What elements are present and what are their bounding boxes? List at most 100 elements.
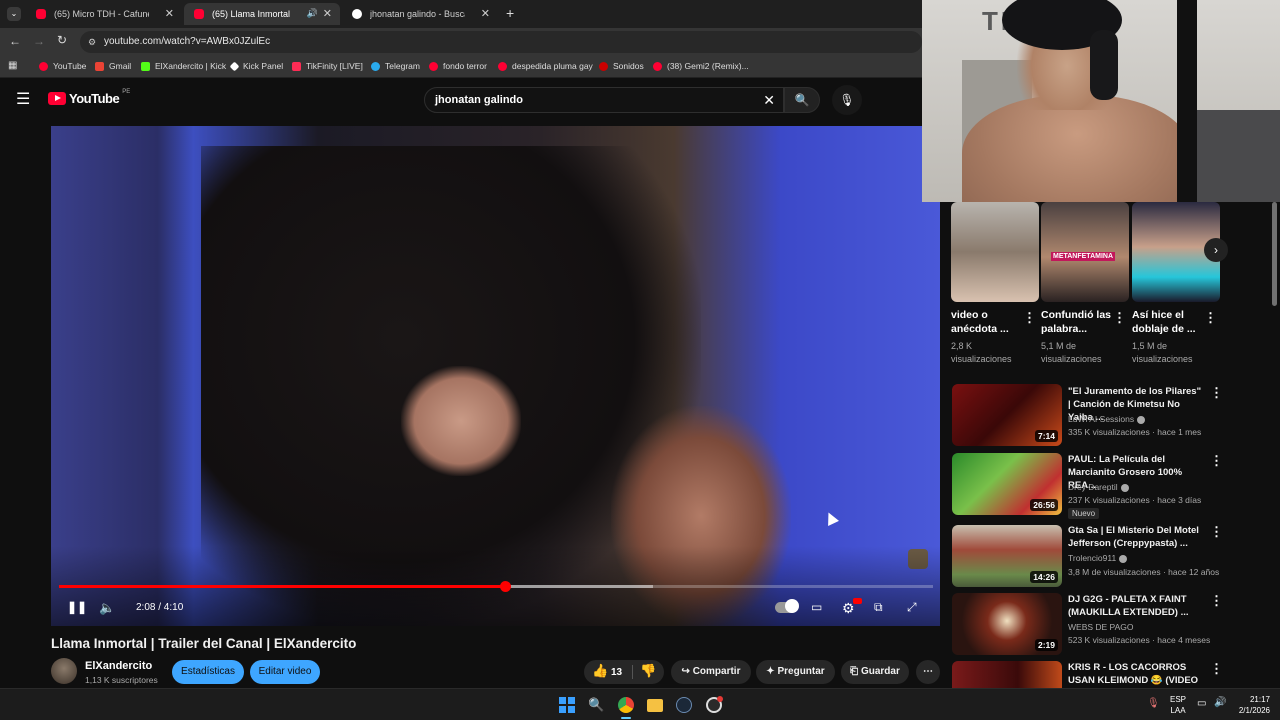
more-options-icon[interactable]: ⋮ [1210, 385, 1223, 401]
url-field[interactable]: ⚙ youtube.com/watch?v=AWBx0JZulEc [80, 31, 922, 53]
voice-search-button[interactable]: 🎙 [832, 85, 862, 115]
apps-grid-icon[interactable]: ▦ [8, 60, 17, 71]
bookmark-youtube[interactable]: YouTube [39, 61, 86, 71]
video-title[interactable]: DJ G2G - PALETA X FAINT (MAUKILLA EXTEND… [1068, 593, 1206, 619]
like-button[interactable]: 👍 [592, 663, 608, 679]
youtube-logo[interactable]: YouTube PE [48, 89, 130, 106]
tab-search-chevron-icon[interactable]: ⌄ [7, 7, 21, 21]
back-arrow-icon[interactable]: ← [9, 34, 21, 48]
bookmark-fondo-terror[interactable]: fondo terror [429, 61, 487, 71]
subtitles-icon[interactable]: ▭ [811, 600, 822, 614]
edit-video-button[interactable]: Editar video [250, 660, 320, 684]
short-title[interactable]: video o anécdota ... [951, 308, 1023, 336]
fullscreen-icon[interactable]: ⤢ [907, 600, 917, 615]
progress-scrubber-handle[interactable] [499, 581, 511, 592]
channel-name[interactable]: Trolencio911 [1068, 553, 1128, 563]
channel-name[interactable]: ElXandercito [85, 660, 152, 672]
short-title[interactable]: Así hice el doblaje de ... [1132, 308, 1204, 336]
bookmark-gmail[interactable]: Gmail [95, 61, 131, 71]
short-thumbnail[interactable] [951, 202, 1039, 302]
shorts-next-button[interactable]: › [1204, 238, 1228, 262]
close-tab-icon[interactable]: ✕ [165, 7, 174, 20]
search-button[interactable]: 🔍 [784, 87, 820, 113]
volume-tray-icon[interactable]: 🔊 [1214, 697, 1226, 708]
browser-tab-3[interactable]: jhonatan galindo - Buscar con G ✕ [342, 3, 498, 25]
youtube-play-logo-icon [48, 92, 66, 105]
close-tab-icon[interactable]: ✕ [323, 7, 332, 20]
ask-label: Preguntar [777, 666, 825, 677]
hamburger-menu-icon[interactable]: ☰ [16, 89, 30, 109]
short-views: 1,5 M de visualizaciones [1132, 341, 1193, 364]
bookmark-kick-panel[interactable]: Kick Panel [229, 61, 284, 71]
clock[interactable]: 21:17 2/1/2026 [1232, 694, 1270, 716]
url-text: youtube.com/watch?v=AWBx0JZulEc [104, 36, 271, 47]
channel-name[interactable]: Drey Dareptil [1068, 482, 1129, 492]
site-info-icon[interactable]: ⚙ [88, 31, 96, 53]
avatar[interactable] [51, 658, 77, 684]
search-icon[interactable]: 🔍 [588, 697, 604, 713]
bookmark-label: despedida pluma gay [512, 61, 593, 71]
more-options-icon[interactable]: ⋮ [1210, 524, 1223, 540]
bookmark-sonidos[interactable]: Sonidos [599, 61, 644, 71]
channel-name[interactable]: WEBS DE PAGO [1068, 622, 1134, 632]
video-thumbnail[interactable]: 2:19 [952, 593, 1062, 655]
browser-tab-1[interactable]: (65) Micro TDH - Cafuné (Video ✕ [26, 3, 182, 25]
like-divider [632, 665, 633, 679]
miniplayer-icon[interactable]: ⧉ [874, 600, 883, 615]
video-title[interactable]: Gta Sa | El Misterio Del Motel Jefferson… [1068, 524, 1206, 550]
search-input[interactable]: jhonatan galindo ✕ [424, 87, 784, 113]
steam-icon[interactable] [676, 697, 692, 713]
video-thumbnail[interactable]: 14:26 [952, 525, 1062, 587]
more-actions-button[interactable]: ⋯ [916, 660, 940, 684]
forward-arrow-icon[interactable]: → [33, 34, 45, 48]
bookmark-tikfinity[interactable]: TikFinity [LIVE] [292, 61, 363, 71]
language-indicator[interactable]: ESP LAA [1170, 694, 1186, 716]
pause-button[interactable]: ❚❚ [67, 600, 87, 614]
video-duration: 14:26 [1030, 571, 1058, 583]
video-thumbnail[interactable] [952, 661, 1062, 688]
video-player[interactable]: ❚❚ 🔈 2:08 / 4:10 ▭ ⚙ ⧉ ⤢ [51, 126, 941, 626]
bookmark-despedida[interactable]: despedida pluma gay [498, 61, 593, 71]
dislike-button[interactable]: 👎 [640, 663, 656, 679]
video-duration: 26:56 [1030, 499, 1058, 511]
video-thumbnail[interactable]: 26:56 [952, 453, 1062, 515]
browser-tab-2[interactable]: (65) Llama Inmortal | Trailer 🔊 ✕ [184, 3, 340, 25]
sidebar-scrollbar[interactable] [1272, 202, 1277, 306]
more-options-icon[interactable]: ⋮ [1210, 593, 1223, 609]
like-count: 13 [611, 667, 623, 678]
windows-start-icon[interactable] [559, 697, 575, 713]
save-button[interactable]: ⎗ Guardar [841, 660, 909, 684]
more-options-icon[interactable]: ⋮ [1204, 310, 1217, 326]
more-options-icon[interactable]: ⋮ [1113, 310, 1126, 326]
bookmark-gemi2[interactable]: (38) Gemi2 (Remix)... [653, 61, 749, 71]
chrome-icon[interactable] [618, 697, 634, 713]
short-title[interactable]: Confundió las palabra... [1041, 308, 1113, 336]
stats-button[interactable]: Estadísticas [172, 660, 244, 684]
network-icon[interactable]: ▭ [1197, 698, 1206, 709]
telegram-icon [371, 61, 380, 71]
share-button[interactable]: ↪ Compartir [671, 660, 751, 684]
webcam-couch [1197, 110, 1280, 202]
new-tab-icon[interactable]: + [506, 5, 514, 21]
reload-icon[interactable]: ↻ [57, 33, 67, 47]
chevron-right-icon: › [1214, 243, 1218, 257]
bookmark-label: ElXandercito | Kick [155, 61, 227, 71]
microphone-tray-icon[interactable]: 🎙 [1147, 698, 1160, 709]
volume-icon[interactable]: 🔈 [99, 600, 115, 616]
close-tab-icon[interactable]: ✕ [481, 7, 490, 20]
bookmark-label: Kick Panel [243, 61, 284, 71]
more-options-icon[interactable]: ⋮ [1210, 661, 1223, 677]
ask-button[interactable]: ✦ Preguntar [756, 660, 835, 684]
clear-search-icon[interactable]: ✕ [763, 88, 775, 112]
more-options-icon[interactable]: ⋮ [1023, 310, 1036, 326]
speaker-icon[interactable]: 🔊 [307, 8, 318, 19]
progress-bar[interactable] [59, 581, 933, 592]
bookmark-kick[interactable]: ElXandercito | Kick [141, 61, 226, 71]
video-thumbnail[interactable]: 7:14 [952, 384, 1062, 446]
google-favicon-icon [352, 9, 362, 19]
file-explorer-icon[interactable] [647, 699, 663, 712]
short-thumbnail[interactable]: METANFETAMINA [1041, 202, 1129, 302]
bookmark-telegram[interactable]: Telegram [371, 61, 420, 71]
channel-name[interactable]: LuWi AI Sessions [1068, 414, 1146, 424]
more-options-icon[interactable]: ⋮ [1210, 453, 1223, 469]
